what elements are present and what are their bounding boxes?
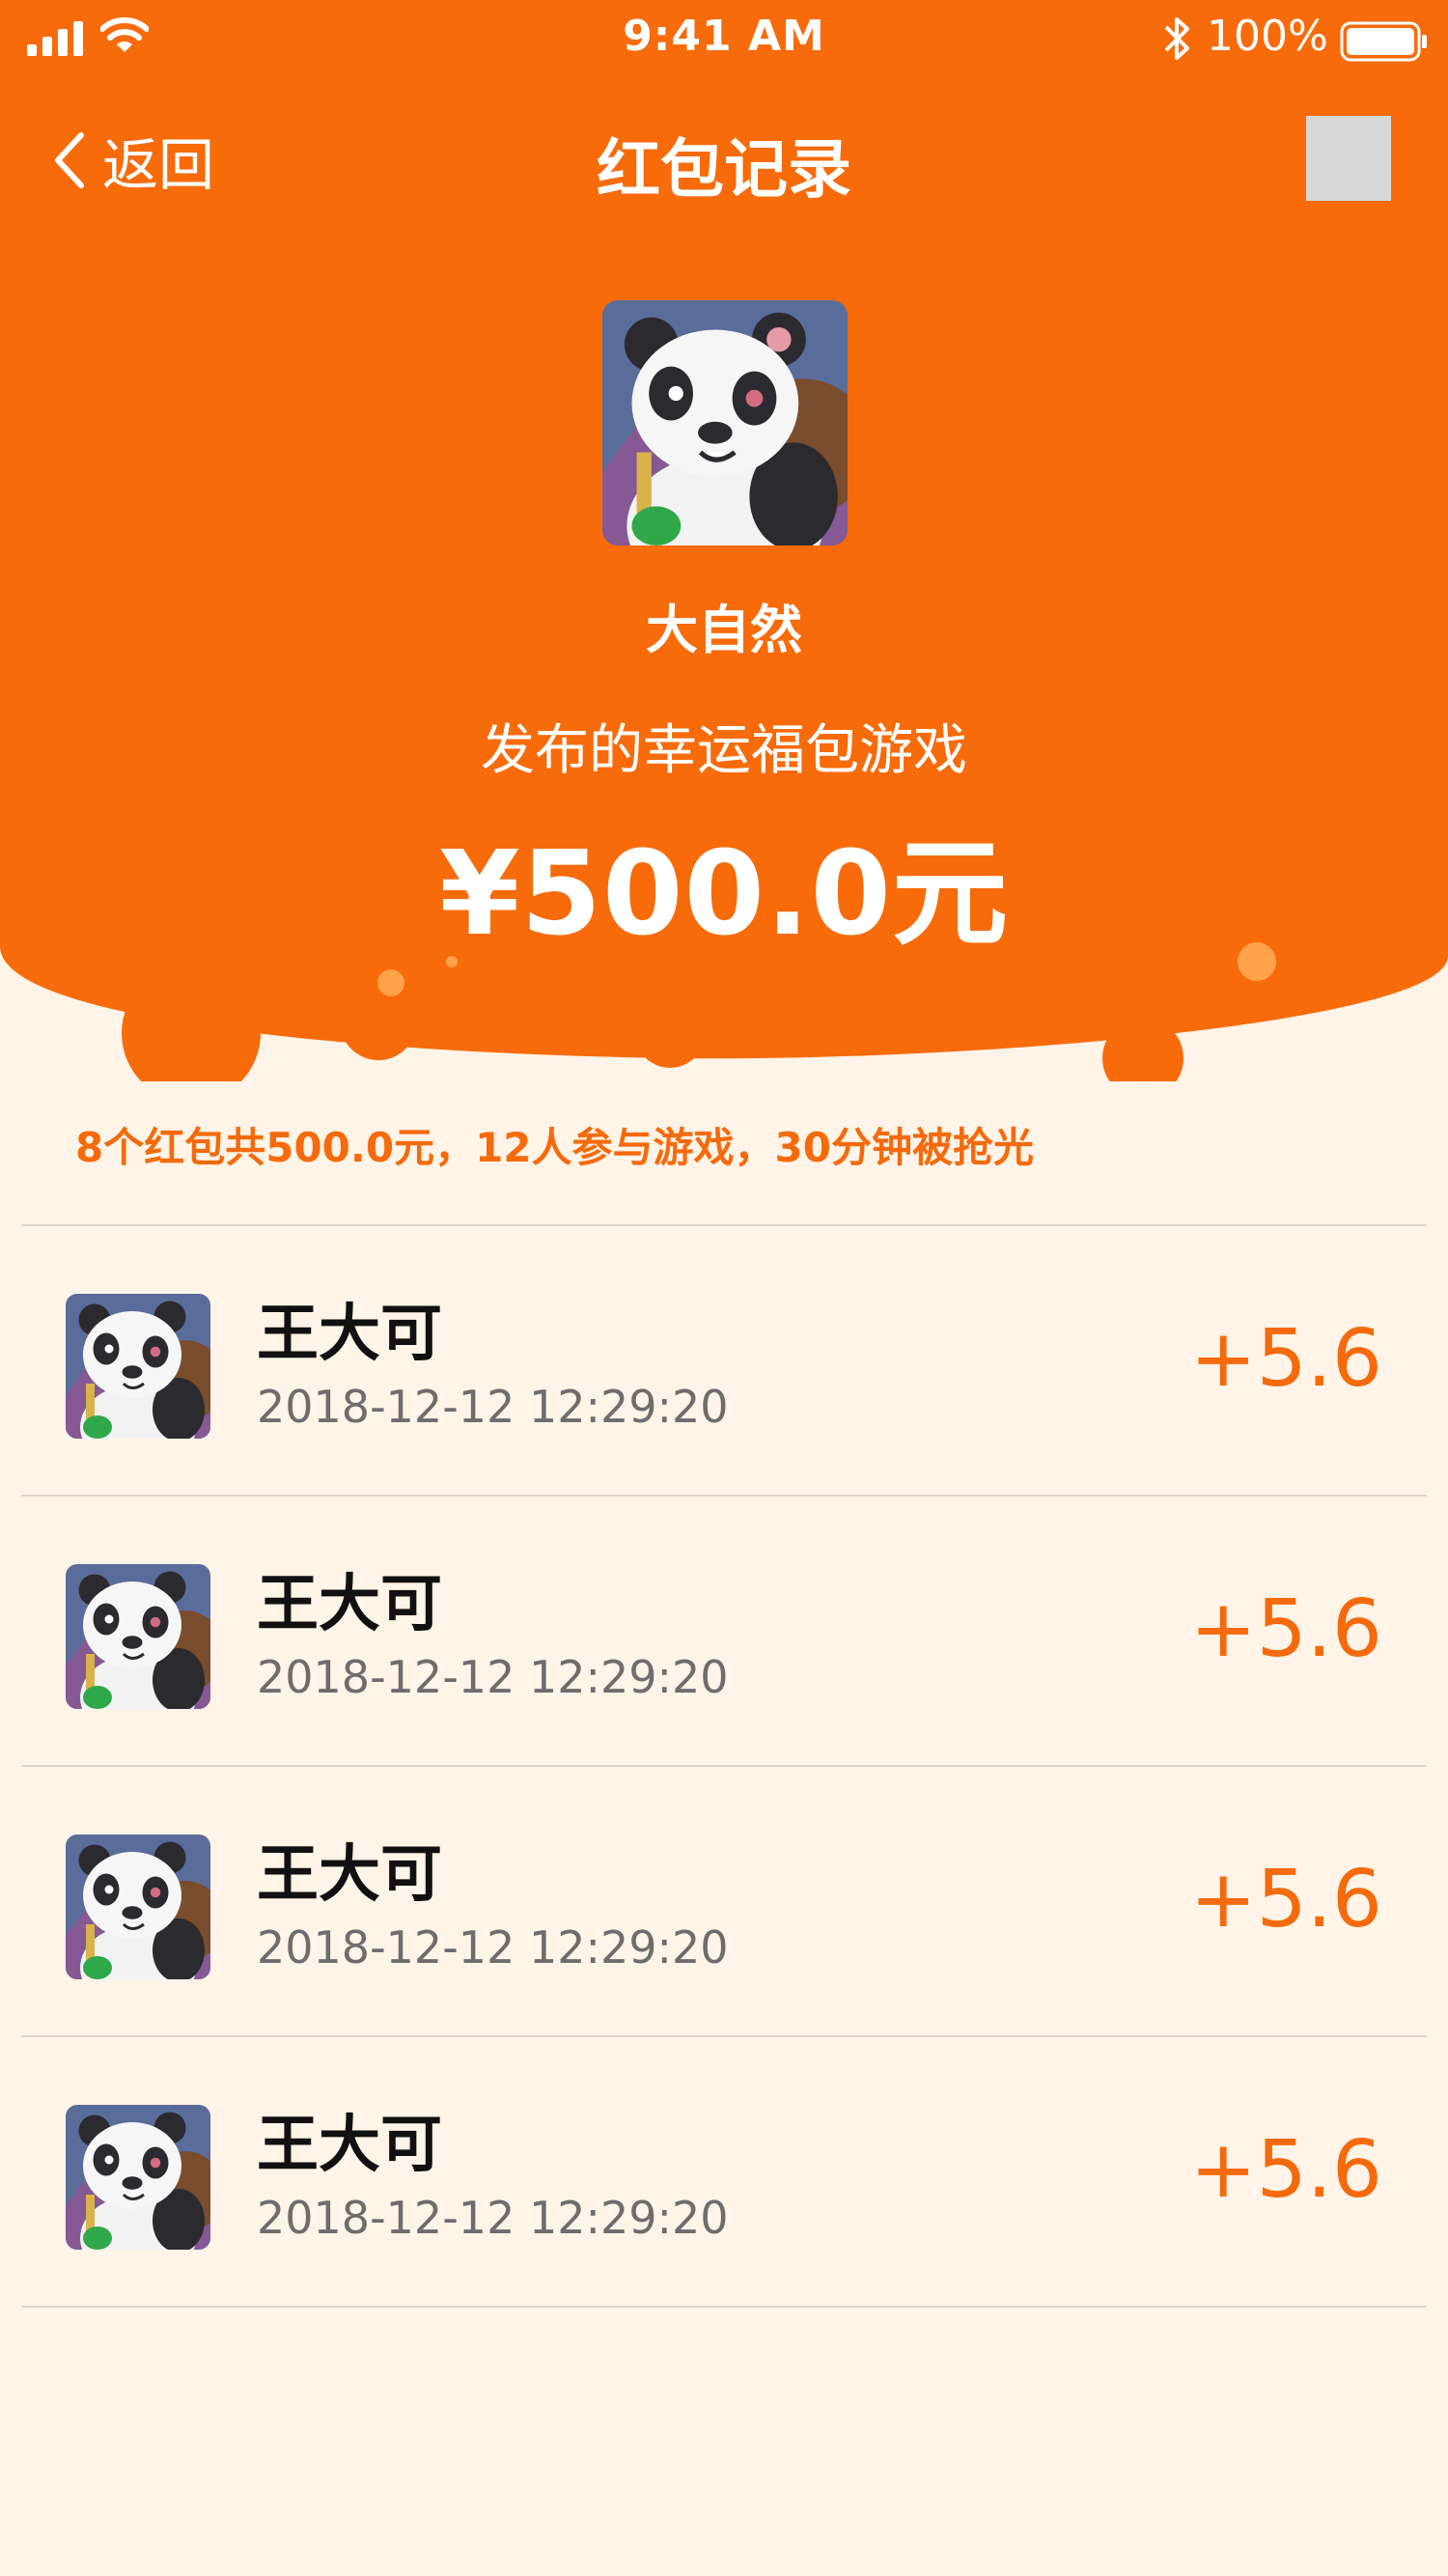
panda-avatar-icon (66, 1564, 210, 1709)
placeholder-square-icon[interactable] (1306, 116, 1391, 201)
panda-avatar-icon (66, 2105, 210, 2250)
list-item[interactable]: 王大可 2018-12-12 12:29:20 +5.6 (0, 1226, 1448, 1495)
battery-icon (1340, 21, 1427, 62)
record-name: 王大可 (257, 1569, 442, 1640)
record-name: 王大可 (257, 1299, 442, 1370)
record-amount: +5.6 (1189, 1854, 1382, 1946)
record-time: 2018-12-12 12:29:20 (257, 2192, 729, 2244)
avatar (66, 2105, 210, 2250)
panda-avatar-icon (66, 1834, 210, 1979)
status-bar: 9:41 AM 100% (0, 0, 1448, 81)
summary-text: 8个红包共500.0元，12人参与游戏，30分钟被抢光 (75, 1124, 1034, 1171)
list-item[interactable]: 王大可 2018-12-12 12:29:20 +5.6 (0, 1767, 1448, 2035)
record-amount: +5.6 (1189, 2124, 1382, 2216)
avatar (66, 1294, 210, 1439)
host-name: 大自然 (646, 600, 802, 660)
panda-avatar-icon (66, 1294, 210, 1439)
host-description: 发布的幸运福包游戏 (481, 719, 967, 782)
page-title: 红包记录 (597, 132, 851, 207)
record-amount: +5.6 (1189, 1313, 1382, 1405)
navigation-bar: 返回 红包记录 (0, 97, 1448, 222)
record-time: 2018-12-12 12:29:20 (257, 1381, 729, 1433)
record-time: 2018-12-12 12:29:20 (257, 1651, 729, 1703)
avatar (66, 1564, 210, 1709)
total-amount: ¥500.0元 (438, 827, 1010, 962)
list-item[interactable]: 王大可 2018-12-12 12:29:20 +5.6 (0, 1497, 1448, 1765)
record-time: 2018-12-12 12:29:20 (257, 1921, 729, 1974)
record-name: 王大可 (257, 2110, 442, 2181)
host-avatar (602, 300, 848, 546)
divider (21, 2306, 1427, 2308)
avatar (66, 1834, 210, 1979)
record-name: 王大可 (257, 1839, 442, 1911)
panda-avatar-icon (602, 300, 848, 546)
battery-percent: 100% (1207, 12, 1328, 61)
list-item[interactable]: 王大可 2018-12-12 12:29:20 +5.6 (0, 2037, 1448, 2306)
record-amount: +5.6 (1189, 1583, 1382, 1675)
bluetooth-icon (1164, 17, 1189, 60)
